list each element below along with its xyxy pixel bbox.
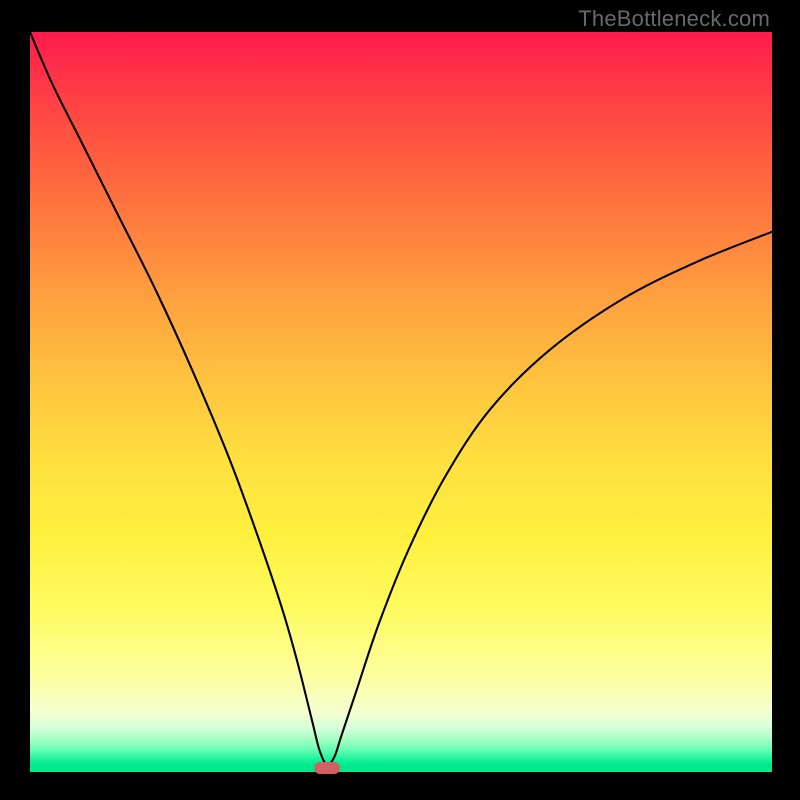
- bottleneck-curve: [30, 32, 772, 765]
- chart-container: TheBottleneck.com: [0, 0, 800, 800]
- watermark-text: TheBottleneck.com: [578, 6, 770, 32]
- plot-area: [30, 32, 772, 772]
- minimum-marker: [314, 762, 340, 774]
- curve-svg: [30, 32, 772, 772]
